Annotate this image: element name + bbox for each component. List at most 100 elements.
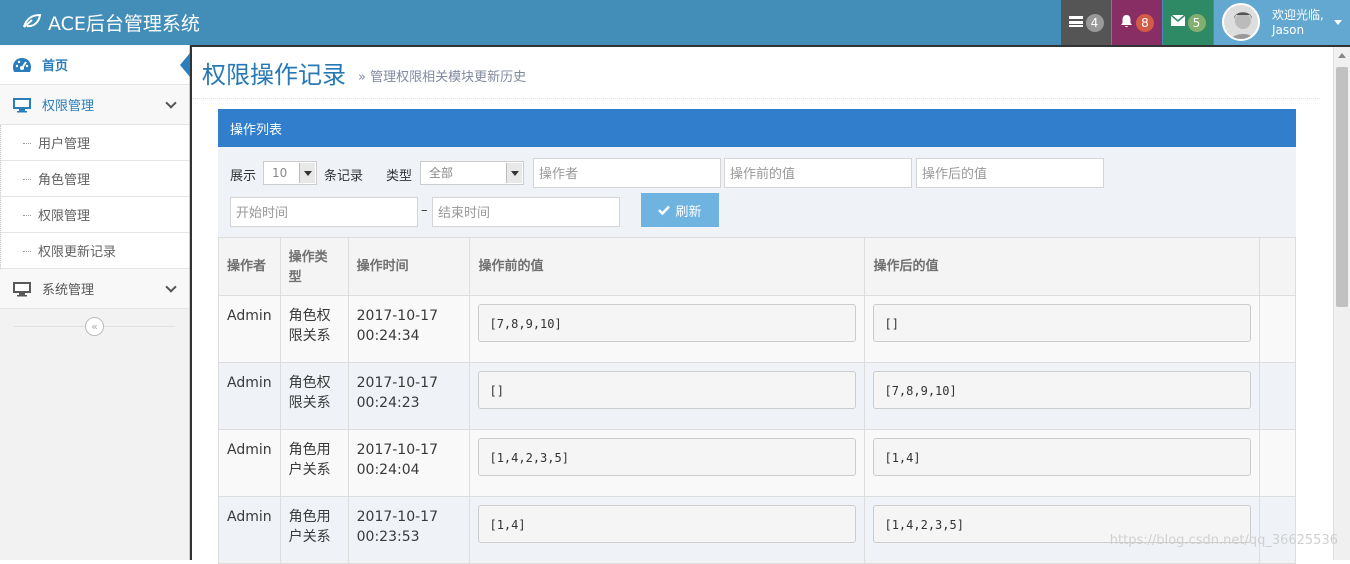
before-value-input[interactable] bbox=[724, 158, 912, 188]
leaf-icon bbox=[22, 12, 42, 34]
sidebar-subitem-permission-log[interactable]: 权限更新记录 bbox=[1, 233, 189, 269]
desktop-icon bbox=[12, 97, 34, 113]
table-row: Admin 角色权限关系 2017-10-17 00:24:34 [7,8,9,… bbox=[219, 296, 1296, 363]
type-cell: 角色权限关系 bbox=[280, 363, 348, 430]
time-cell: 2017-10-17 00:24:34 bbox=[348, 296, 470, 363]
range-separator: – bbox=[421, 203, 428, 218]
sidebar: 首页 权限管理 用户管理 角色管理 权限管理 权限更新记录 系统管理 « bbox=[0, 45, 190, 560]
messages-badge: 5 bbox=[1188, 14, 1206, 32]
scroll-thumb[interactable] bbox=[1336, 67, 1348, 307]
double-chevron-left-icon[interactable]: « bbox=[85, 317, 104, 336]
after-value-input[interactable] bbox=[916, 158, 1104, 188]
operator-cell: Admin bbox=[219, 363, 281, 430]
sidebar-subitem-permission-management[interactable]: 权限管理 bbox=[1, 197, 189, 233]
messages-dropdown[interactable]: 5 bbox=[1163, 0, 1213, 45]
caret-down-icon bbox=[1334, 20, 1342, 25]
before-value: [1,4,2,3,5] bbox=[478, 438, 856, 476]
before-cell: [7,8,9,10] bbox=[470, 296, 865, 363]
sidebar-submenu: 用户管理 角色管理 权限管理 权限更新记录 bbox=[0, 125, 189, 269]
empty-cell bbox=[1260, 430, 1296, 497]
column-header[interactable]: 操作前的值 bbox=[470, 238, 865, 296]
sidebar-collapse-row: « bbox=[0, 309, 189, 343]
page-size-value: 10 bbox=[272, 166, 287, 180]
operator-cell: Admin bbox=[219, 296, 281, 363]
user-name: Jason bbox=[1272, 23, 1324, 38]
refresh-button[interactable]: 刷新 bbox=[641, 193, 719, 227]
chevron-down-icon bbox=[165, 281, 176, 292]
sidebar-subitem-user-management[interactable]: 用户管理 bbox=[1, 125, 189, 161]
table-row: Admin 角色用户关系 2017-10-17 00:24:04 [1,4,2,… bbox=[219, 430, 1296, 497]
page-subtitle: » 管理权限相关模块更新历史 bbox=[358, 66, 526, 85]
table-row: Admin 角色用户关系 2017-10-17 00:23:53 [1,4] [… bbox=[219, 497, 1296, 564]
type-select[interactable]: 全部 bbox=[420, 161, 524, 185]
main-content: 权限操作记录 » 管理权限相关模块更新历史 操作列表 展示 10 条记录 类型 … bbox=[190, 45, 1350, 560]
column-header[interactable]: 操作者 bbox=[219, 238, 281, 296]
column-header-empty bbox=[1260, 238, 1296, 296]
sidebar-subitem-role-management[interactable]: 角色管理 bbox=[1, 161, 189, 197]
tasks-badge: 4 bbox=[1086, 14, 1104, 32]
sidebar-subitem-label: 权限管理 bbox=[38, 205, 90, 224]
after-value: [] bbox=[873, 304, 1251, 342]
table-header-row: 操作者 操作类型 操作时间 操作前的值 操作后的值 bbox=[219, 238, 1296, 296]
filter-area: 展示 10 条记录 类型 全部 – 刷新 bbox=[218, 147, 1296, 237]
notifications-dropdown[interactable]: 8 bbox=[1112, 0, 1162, 45]
end-time-input[interactable] bbox=[432, 197, 620, 227]
sidebar-item-label: 权限管理 bbox=[42, 95, 94, 114]
notifications-badge: 8 bbox=[1136, 14, 1154, 32]
widget-title: 操作列表 bbox=[218, 109, 1296, 147]
column-header[interactable]: 操作后的值 bbox=[865, 238, 1260, 296]
type-cell: 角色权限关系 bbox=[280, 296, 348, 363]
select-arrow-icon bbox=[506, 163, 522, 183]
empty-cell bbox=[1260, 497, 1296, 564]
select-arrow-icon bbox=[299, 163, 315, 183]
before-value: [1,4] bbox=[478, 505, 856, 543]
before-value: [] bbox=[478, 371, 856, 409]
envelope-icon bbox=[1171, 15, 1185, 30]
sidebar-item-home[interactable]: 首页 bbox=[0, 45, 189, 85]
column-header[interactable]: 操作类型 bbox=[280, 238, 348, 296]
desktop-icon bbox=[12, 281, 34, 297]
show-label: 展示 bbox=[230, 165, 256, 184]
type-label: 类型 bbox=[386, 165, 412, 184]
after-cell: [1,4,2,3,5] bbox=[865, 497, 1260, 564]
sidebar-item-label: 首页 bbox=[42, 55, 68, 74]
before-cell: [1,4,2,3,5] bbox=[470, 430, 865, 497]
tasks-dropdown[interactable]: 4 bbox=[1061, 0, 1111, 45]
app-brand[interactable]: ACE后台管理系统 bbox=[22, 0, 200, 45]
app-title: ACE后台管理系统 bbox=[48, 9, 200, 36]
user-greeting: 欢迎光临, bbox=[1272, 8, 1324, 23]
before-value: [7,8,9,10] bbox=[478, 304, 856, 342]
time-cell: 2017-10-17 00:24:04 bbox=[348, 430, 470, 497]
operator-cell: Admin bbox=[219, 497, 281, 564]
sidebar-item-permission-management[interactable]: 权限管理 bbox=[0, 85, 189, 125]
sidebar-subitem-label: 用户管理 bbox=[38, 133, 90, 152]
empty-cell bbox=[1260, 296, 1296, 363]
start-time-input[interactable] bbox=[230, 197, 418, 227]
before-cell: [1,4] bbox=[470, 497, 865, 564]
refresh-label: 刷新 bbox=[675, 201, 701, 220]
watermark: https://blog.csdn.net/qq_36625536 bbox=[1110, 533, 1338, 548]
column-header[interactable]: 操作时间 bbox=[348, 238, 470, 296]
after-cell: [] bbox=[865, 296, 1260, 363]
check-icon bbox=[658, 205, 670, 215]
type-cell: 角色用户关系 bbox=[280, 430, 348, 497]
scroll-up-arrow-icon[interactable] bbox=[1338, 53, 1346, 58]
avatar bbox=[1222, 3, 1260, 41]
user-menu[interactable]: 欢迎光临, Jason bbox=[1214, 0, 1350, 45]
page-title: 权限操作记录 bbox=[202, 55, 346, 90]
page-size-select[interactable]: 10 bbox=[263, 161, 317, 185]
type-value: 全部 bbox=[429, 166, 453, 180]
records-label: 条记录 bbox=[324, 165, 363, 184]
operator-cell: Admin bbox=[219, 430, 281, 497]
sidebar-item-label: 系统管理 bbox=[42, 279, 94, 298]
vertical-scrollbar[interactable] bbox=[1333, 47, 1350, 560]
sidebar-item-system-management[interactable]: 系统管理 bbox=[0, 269, 189, 309]
before-cell: [] bbox=[470, 363, 865, 430]
sidebar-subitem-label: 角色管理 bbox=[38, 169, 90, 188]
type-cell: 角色用户关系 bbox=[280, 497, 348, 564]
sidebar-subitem-label: 权限更新记录 bbox=[38, 241, 116, 260]
dashboard-icon bbox=[12, 57, 34, 73]
operator-input[interactable] bbox=[533, 158, 721, 188]
after-cell: [7,8,9,10] bbox=[865, 363, 1260, 430]
user-info: 欢迎光临, Jason bbox=[1272, 8, 1324, 38]
